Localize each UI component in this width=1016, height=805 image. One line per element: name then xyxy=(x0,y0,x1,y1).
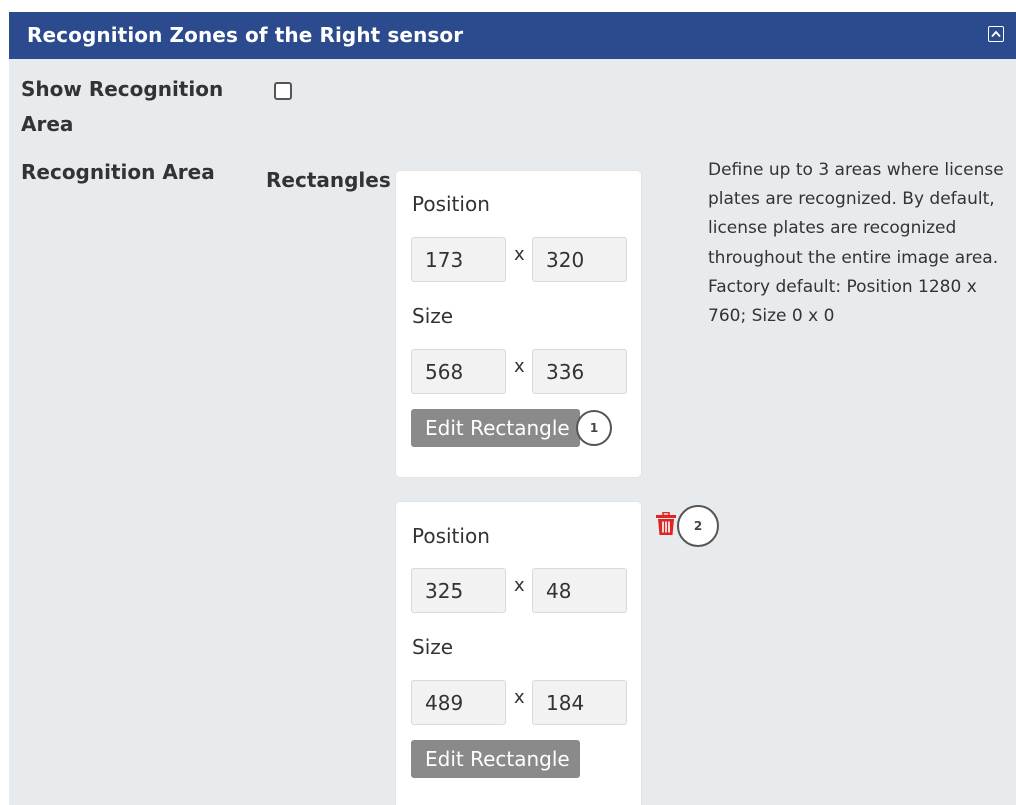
recognition-zones-panel: Recognition Zones of the Right sensor Sh… xyxy=(9,12,1016,805)
size-width-input[interactable]: 489 xyxy=(411,680,506,725)
size-height-input[interactable]: 184 xyxy=(532,680,627,725)
size-label: Size xyxy=(412,304,454,328)
separator-x: x xyxy=(514,356,525,377)
show-recognition-area-label: Show Recognition Area xyxy=(21,77,224,136)
recognition-area-label: Recognition Area xyxy=(21,160,215,184)
size-label: Size xyxy=(412,635,454,659)
trash-icon[interactable] xyxy=(655,512,677,536)
separator-x: x xyxy=(514,244,525,265)
callout-marker-1: 1 xyxy=(576,410,612,446)
position-x-input[interactable]: 173 xyxy=(411,237,506,282)
callout-marker-2: 2 xyxy=(677,505,719,547)
rectangles-label: Rectangles xyxy=(266,168,391,192)
position-x-input[interactable]: 325 xyxy=(411,568,506,613)
recognition-area-help-text: Define up to 3 areas where license plate… xyxy=(708,160,1004,327)
separator-x: x xyxy=(514,575,525,596)
rectangle-card-2: Position 325 x 48 Size 489 x 184 Edit Re… xyxy=(396,502,641,805)
chevron-up-square-icon xyxy=(991,30,1001,38)
panel-title: Recognition Zones of the Right sensor xyxy=(27,23,464,47)
size-height-input[interactable]: 336 xyxy=(532,349,627,394)
collapse-button[interactable] xyxy=(988,26,1004,42)
size-width-input[interactable]: 568 xyxy=(411,349,506,394)
panel-header: Recognition Zones of the Right sensor xyxy=(9,12,1016,59)
separator-x: x xyxy=(514,687,525,708)
edit-rectangle-button[interactable]: Edit Rectangle xyxy=(411,740,580,778)
position-label: Position xyxy=(412,192,490,216)
position-y-input[interactable]: 320 xyxy=(532,237,627,282)
edit-rectangle-button[interactable]: Edit Rectangle xyxy=(411,409,580,447)
position-label: Position xyxy=(412,524,490,548)
position-y-input[interactable]: 48 xyxy=(532,568,627,613)
show-recognition-area-checkbox[interactable] xyxy=(274,82,292,100)
